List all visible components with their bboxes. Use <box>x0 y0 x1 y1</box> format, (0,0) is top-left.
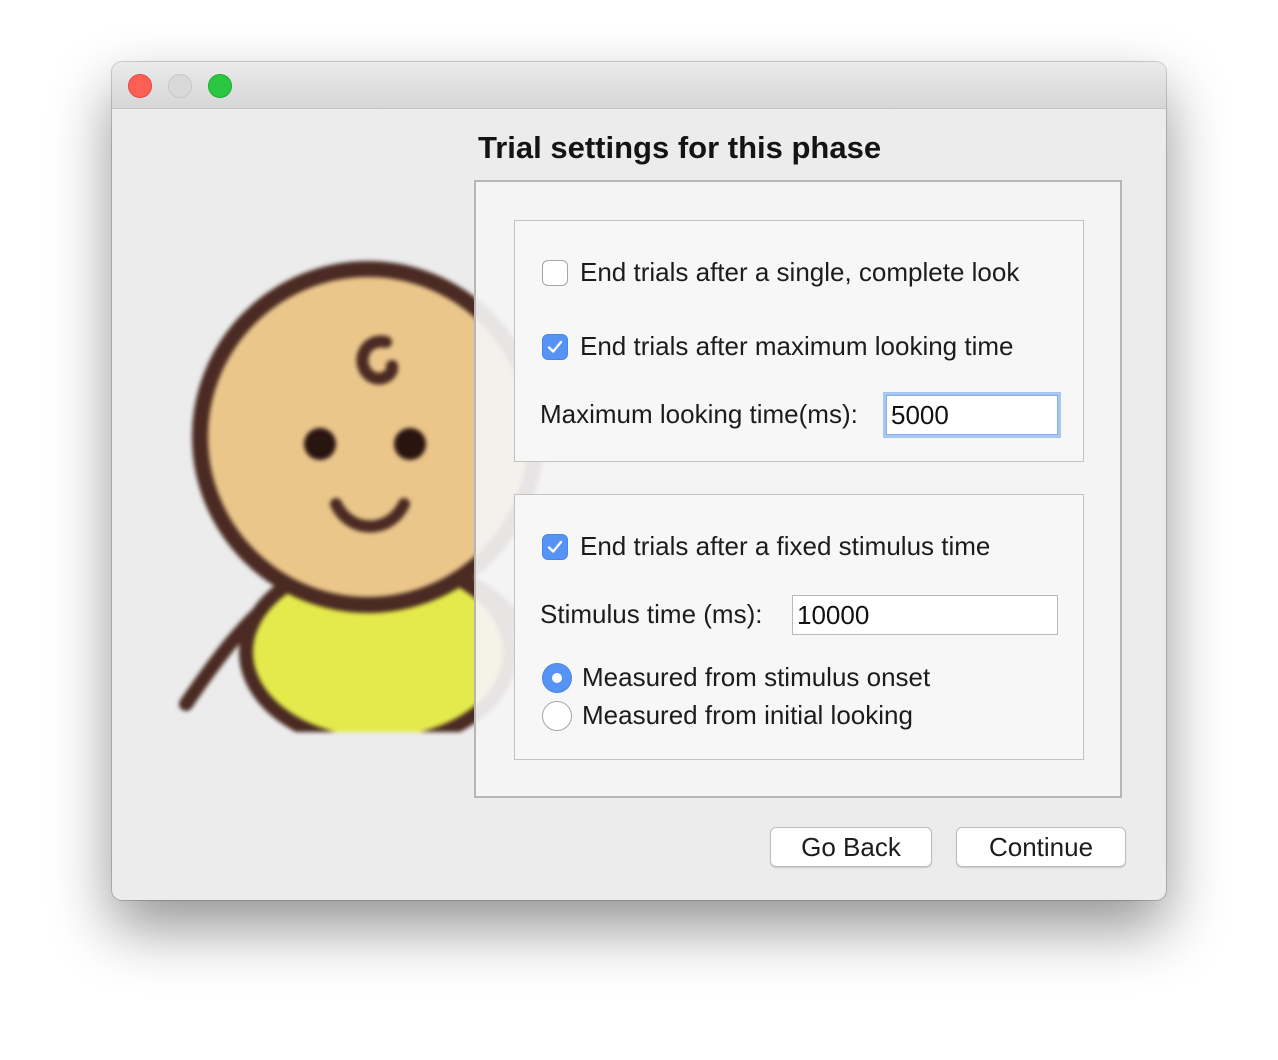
title-bar <box>112 62 1166 109</box>
checkmark-icon <box>547 340 563 353</box>
fixed-stimulus-option[interactable]: End trials after a fixed stimulus time <box>542 531 990 562</box>
app-window: Trial settings for this phase End trials… <box>112 62 1166 900</box>
initial-looking-label: Measured from initial looking <box>582 700 913 730</box>
close-button[interactable] <box>128 74 152 98</box>
max-time-label: Maximum looking time(ms): <box>540 399 858 429</box>
max-looking-option[interactable]: End trials after maximum looking time <box>542 331 1013 362</box>
checkmark-icon <box>547 540 563 553</box>
max-looking-label: End trials after maximum looking time <box>580 331 1014 361</box>
fixed-stimulus-checkbox[interactable] <box>542 533 568 560</box>
radio-initial-looking[interactable]: Measured from initial looking <box>542 700 913 731</box>
stimulus-onset-radio[interactable] <box>542 662 572 693</box>
minimize-button[interactable] <box>168 74 192 98</box>
zoom-button[interactable] <box>208 74 232 98</box>
single-look-option[interactable]: End trials after a single, complete look <box>542 257 1019 288</box>
fixed-stimulus-label: End trials after a fixed stimulus time <box>580 531 991 561</box>
stimulus-time-field[interactable]: 10000 <box>792 595 1058 635</box>
max-time-field[interactable]: 5000 <box>886 395 1058 435</box>
single-look-checkbox[interactable] <box>542 259 568 286</box>
page-title: Trial settings for this phase <box>478 130 882 165</box>
stimulus-time-label: Stimulus time (ms): <box>540 599 763 629</box>
radio-stimulus-onset[interactable]: Measured from stimulus onset <box>542 662 930 693</box>
initial-looking-radio[interactable] <box>542 700 572 731</box>
max-looking-checkbox[interactable] <box>542 333 568 360</box>
stimulus-onset-label: Measured from stimulus onset <box>582 662 931 692</box>
go-back-button[interactable]: Go Back <box>770 827 932 867</box>
continue-button[interactable]: Continue <box>956 827 1126 867</box>
single-look-label: End trials after a single, complete look <box>580 257 1020 287</box>
